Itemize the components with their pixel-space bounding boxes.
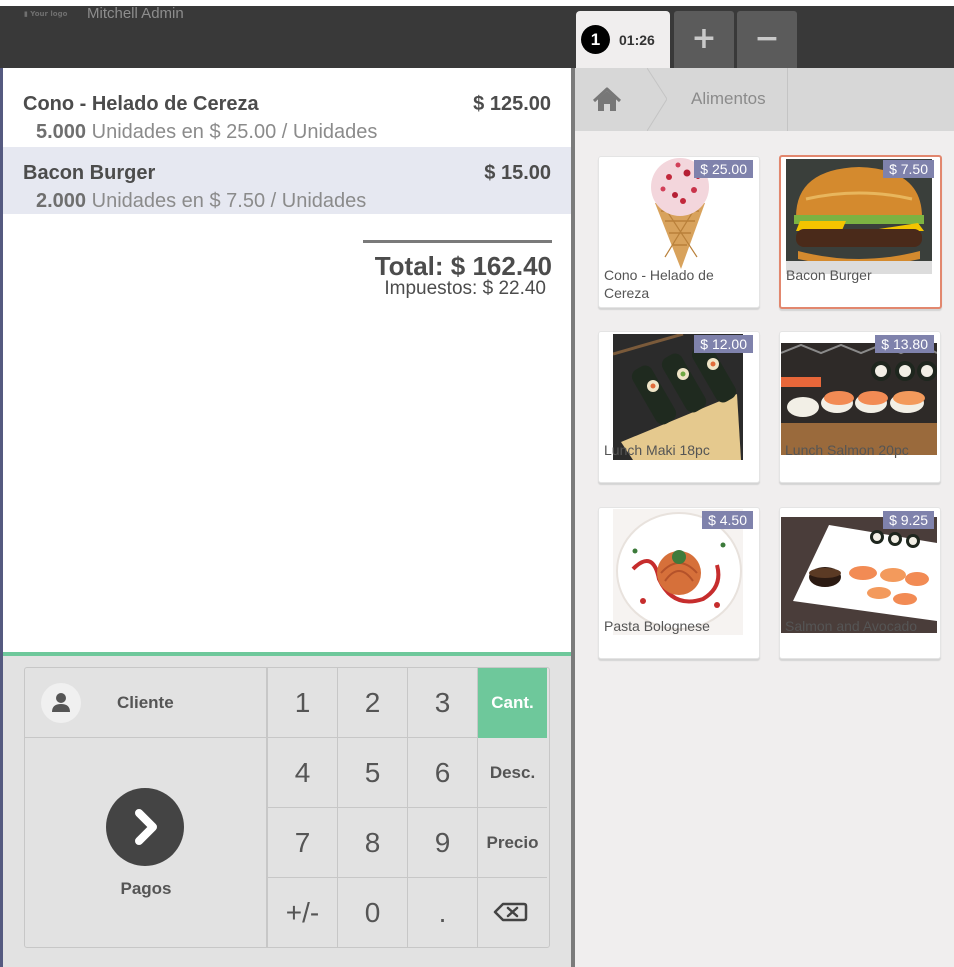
breadcrumb-category[interactable]: Alimentos	[691, 89, 766, 109]
orderline[interactable]: Cono - Helado de Cereza $ 125.00 5.000 U…	[3, 78, 571, 145]
orderline-product-name: Cono - Helado de Cereza	[23, 93, 259, 115]
numpad-key-sign[interactable]: +/-	[267, 878, 337, 947]
remove-order-button[interactable]: −	[737, 11, 797, 68]
home-icon	[592, 87, 622, 111]
numpad-key-7[interactable]: 7	[267, 808, 337, 878]
company-logo: ▮ Your logo	[24, 10, 68, 18]
orderline-qty: 5.000	[36, 121, 87, 143]
orderline-qty: 2.000	[36, 190, 87, 212]
products-pane: Alimentos $ 25.00 Cono - Helado de Cerez…	[575, 68, 954, 967]
product-name: Lunch Maki 18pc	[604, 442, 710, 458]
product-card[interactable]: $ 12.00 Lunch Maki 18pc	[598, 331, 760, 483]
payment-label: Pagos	[120, 879, 172, 898]
product-price-tag: $ 25.00	[694, 160, 753, 178]
product-card[interactable]: $ 25.00 Cono - Helado de Cereza	[598, 156, 760, 308]
control-pad: Cliente Pagos 1 2 3 Cant. 4 5 6 Desc. 7 …	[24, 667, 550, 948]
numpad-key-4[interactable]: 4	[267, 738, 337, 808]
orderline-info: 2.000 Unidades en $ 7.50 / Unidades	[36, 190, 366, 213]
orderline-price: $ 125.00	[473, 93, 551, 115]
numpad-key-3[interactable]: 3	[407, 668, 477, 738]
pos-header: ▮ Your logo Mitchell Admin 1 01:26 + −	[0, 5, 954, 68]
backspace-icon	[493, 902, 528, 922]
product-card[interactable]: $ 13.80 Lunch Salmon 20pc	[779, 331, 941, 483]
numpad-key-decimal[interactable]: .	[407, 878, 477, 947]
product-price-tag: $ 4.50	[702, 511, 753, 529]
user-icon	[41, 683, 81, 723]
customer-label: Cliente	[117, 693, 174, 712]
product-card-selected[interactable]: $ 7.50 Bacon Burger	[779, 155, 942, 309]
order-widget: Cono - Helado de Cereza $ 125.00 5.000 U…	[3, 68, 571, 652]
breadcrumb-separator-icon	[647, 68, 667, 131]
set-customer-button[interactable]: Cliente	[25, 668, 267, 738]
orderline-price: $ 15.00	[484, 162, 551, 184]
order-taxes: Impuestos: $ 22.40	[384, 278, 546, 299]
product-card[interactable]: $ 4.50 Pasta Bolognese	[598, 507, 760, 659]
product-image-salmon-lunch	[781, 343, 937, 455]
breadcrumb-end-divider	[787, 68, 788, 131]
product-price-tag: $ 7.50	[883, 160, 934, 178]
product-name: Salmon and Avocado	[785, 618, 918, 634]
product-card[interactable]: $ 9.25 Salmon and Avocado	[779, 507, 941, 659]
category-breadcrumb: Alimentos	[575, 68, 954, 131]
numpad-backspace-button[interactable]	[477, 878, 547, 947]
mode-quantity-button[interactable]: Cant.	[477, 668, 547, 738]
chevron-right-icon	[106, 788, 184, 866]
home-button[interactable]	[575, 68, 647, 131]
product-name: Pasta Bolognese	[604, 618, 710, 634]
orderline-info: 5.000 Unidades en $ 25.00 / Unidades	[36, 121, 377, 144]
orderline-selected[interactable]: Bacon Burger $ 15.00 2.000 Unidades en $…	[3, 147, 571, 214]
add-order-button[interactable]: +	[674, 11, 734, 68]
numpad-key-8[interactable]: 8	[337, 808, 407, 878]
product-name: Cono - Helado de Cereza	[604, 267, 714, 301]
orderline-unit-detail: Unidades en $ 7.50 / Unidades	[91, 190, 367, 212]
product-price-tag: $ 12.00	[694, 335, 753, 353]
control-pane-separator	[3, 652, 571, 656]
numpad-key-5[interactable]: 5	[337, 738, 407, 808]
orderline-product-name: Bacon Burger	[23, 162, 156, 184]
numpad-key-9[interactable]: 9	[407, 808, 477, 878]
numpad-key-2[interactable]: 2	[337, 668, 407, 738]
numpad-key-6[interactable]: 6	[407, 738, 477, 808]
payment-button[interactable]: Pagos	[25, 738, 267, 947]
product-price-tag: $ 9.25	[883, 511, 934, 529]
mode-price-button[interactable]: Precio	[477, 808, 547, 878]
numpad-key-0[interactable]: 0	[337, 878, 407, 947]
product-price-tag: $ 13.80	[875, 335, 934, 353]
product-image-salmon-avocado	[781, 517, 937, 633]
product-name: Lunch Salmon 20pc	[785, 442, 909, 458]
user-name: Mitchell Admin	[87, 5, 184, 22]
product-name: Bacon Burger	[786, 267, 872, 283]
order-summary: Total: $ 162.40 Impuestos: $ 22.40	[363, 240, 552, 300]
numpad-key-1[interactable]: 1	[267, 668, 337, 738]
order-tab[interactable]: 1 01:26	[576, 11, 670, 68]
order-time: 01:26	[619, 32, 655, 48]
mode-discount-button[interactable]: Desc.	[477, 738, 547, 808]
order-sequence-badge: 1	[581, 25, 610, 54]
orderline-unit-detail: Unidades en $ 25.00 / Unidades	[91, 121, 378, 143]
